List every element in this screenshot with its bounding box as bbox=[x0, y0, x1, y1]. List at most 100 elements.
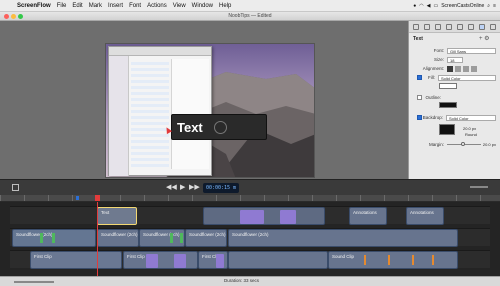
menu-window[interactable]: Window bbox=[189, 3, 216, 9]
video-clip[interactable] bbox=[228, 251, 328, 269]
annotations-clip-1[interactable]: Annotations bbox=[349, 207, 387, 225]
media-library-icon[interactable] bbox=[489, 23, 496, 30]
round-value[interactable]: 20.0 px bbox=[463, 126, 476, 131]
inspector-panel: Text + ⚙ Font: Gill Sans Size: 18 Alignm… bbox=[408, 21, 500, 179]
audio-marker bbox=[432, 255, 434, 265]
audio-clip[interactable]: Soundflower (2ch) bbox=[228, 229, 458, 247]
menu-mark[interactable]: Mark bbox=[86, 3, 105, 9]
playhead-line[interactable] bbox=[97, 202, 98, 276]
window-titlebar: NoobTips — Edited bbox=[0, 12, 500, 21]
callout-keyframe bbox=[240, 210, 264, 224]
callout-icon[interactable] bbox=[446, 23, 453, 30]
canvas-area[interactable]: Text bbox=[0, 21, 408, 179]
backdrop-select[interactable]: Solid Color bbox=[446, 114, 496, 121]
align-left-icon[interactable] bbox=[447, 65, 453, 72]
audio-clip[interactable]: Soundflower (2ch) bbox=[185, 229, 227, 247]
annotations-icon[interactable] bbox=[467, 23, 474, 30]
audio-marker bbox=[364, 255, 366, 265]
finder-window[interactable] bbox=[108, 46, 212, 176]
size-field[interactable]: 18 bbox=[447, 56, 463, 63]
sound-clip[interactable]: Sound Clip bbox=[328, 251, 458, 269]
finder-sidebar bbox=[109, 56, 129, 176]
wifi-icon[interactable]: ◠ bbox=[419, 3, 423, 9]
audio-clip[interactable]: Soundflower (2ch) bbox=[97, 229, 139, 247]
video-clip[interactable]: First Clip bbox=[30, 251, 122, 269]
menu-view[interactable]: View bbox=[170, 3, 189, 9]
inspector-tabs bbox=[409, 21, 500, 33]
rotate-handle-icon[interactable] bbox=[214, 121, 227, 134]
status-icons: ● ◠ ◀ ▭ ScreenCastsOnline ⌕ ≡ bbox=[413, 3, 500, 9]
size-row: Size: 18 bbox=[413, 56, 496, 63]
margin-slider[interactable] bbox=[447, 142, 481, 146]
callout-keyframe bbox=[280, 210, 296, 224]
recording-frame[interactable]: Text bbox=[105, 43, 315, 178]
menu-font[interactable]: Font bbox=[126, 3, 144, 9]
zoom-icon[interactable] bbox=[18, 14, 23, 19]
battery-icon[interactable]: ▭ bbox=[433, 3, 438, 9]
zoom-slider[interactable] bbox=[14, 281, 54, 283]
touch-icon[interactable] bbox=[456, 23, 463, 30]
audio-marker bbox=[412, 255, 414, 265]
font-select[interactable]: Gill Sans bbox=[447, 47, 496, 54]
text-callout[interactable]: Text bbox=[171, 114, 267, 140]
playhead-marker[interactable] bbox=[95, 195, 100, 201]
menu-insert[interactable]: Insert bbox=[105, 3, 126, 9]
audio-marker bbox=[388, 255, 390, 265]
finder-toolbar bbox=[109, 47, 211, 56]
menu-actions[interactable]: Actions bbox=[144, 3, 170, 9]
duration-label: Duration: 33 secs bbox=[224, 278, 260, 283]
text-callout-label: Text bbox=[177, 119, 203, 135]
annotations-clip-2[interactable]: Annotations bbox=[406, 207, 444, 225]
video-properties-icon[interactable] bbox=[413, 23, 420, 30]
minimize-icon[interactable] bbox=[11, 14, 16, 19]
rewind-icon[interactable]: ◀◀ bbox=[166, 183, 177, 191]
finder-file-list[interactable] bbox=[131, 59, 169, 169]
outline-row: Outline: bbox=[413, 94, 496, 101]
record-icon[interactable]: ● bbox=[413, 3, 416, 9]
outline-color-well[interactable] bbox=[439, 102, 457, 108]
in-point-marker[interactable] bbox=[76, 196, 79, 200]
video-clip[interactable]: First Clip bbox=[123, 251, 198, 269]
video-action bbox=[174, 254, 186, 268]
align-right-icon[interactable] bbox=[463, 65, 469, 72]
status-bar: Duration: 33 secs bbox=[0, 276, 500, 286]
timeline[interactable]: Text Annotations Annotations Soundflower… bbox=[0, 202, 500, 276]
timeline-ruler[interactable] bbox=[0, 195, 500, 202]
backdrop-row: Backdrop: Solid Color bbox=[413, 114, 496, 121]
close-icon[interactable] bbox=[4, 14, 9, 19]
text-clip[interactable]: Text bbox=[97, 207, 137, 225]
margin-row: Margin: 20.0 px bbox=[428, 142, 496, 147]
inspector-add-button[interactable]: + ⚙ bbox=[479, 35, 490, 42]
round-label: Round bbox=[465, 132, 477, 137]
margin-value[interactable]: 20.0 px bbox=[481, 142, 496, 147]
fill-color-well[interactable] bbox=[439, 83, 457, 89]
backdrop-color-well[interactable] bbox=[439, 124, 455, 135]
video-action bbox=[216, 254, 224, 268]
fill-row: Fill: Solid Color bbox=[413, 74, 496, 81]
list-icon[interactable]: ≡ bbox=[493, 3, 496, 9]
font-row: Font: Gill Sans bbox=[413, 47, 496, 54]
user-name[interactable]: ScreenCastsOnline bbox=[441, 3, 484, 9]
crop-icon[interactable] bbox=[12, 184, 19, 191]
screen-recording-icon[interactable] bbox=[435, 23, 442, 30]
play-icon[interactable]: ▶ bbox=[180, 183, 185, 191]
fast-forward-icon[interactable]: ▶▶ bbox=[189, 183, 200, 191]
timecode-display: 00:00:15 m bbox=[203, 183, 239, 193]
menu-app[interactable]: ScreenFlow bbox=[14, 3, 54, 9]
volume-icon[interactable]: ◀ bbox=[427, 3, 431, 9]
text-properties-icon[interactable] bbox=[478, 23, 485, 30]
callout-clip[interactable] bbox=[203, 207, 325, 225]
audio-marker bbox=[170, 233, 173, 243]
audio-clip[interactable]: Soundflower (2ch) bbox=[139, 229, 185, 247]
video-action bbox=[146, 254, 158, 268]
volume-slider-icon[interactable] bbox=[470, 186, 488, 188]
align-justify-icon[interactable] bbox=[471, 65, 477, 72]
transport-bar: ◀◀ ▶ ▶▶ 00:00:15 m bbox=[0, 179, 500, 195]
search-icon[interactable]: ⌕ bbox=[487, 3, 490, 9]
menu-help[interactable]: Help bbox=[216, 3, 234, 9]
menu-edit[interactable]: Edit bbox=[69, 3, 85, 9]
audio-properties-icon[interactable] bbox=[424, 23, 431, 30]
align-center-icon[interactable] bbox=[455, 65, 461, 72]
fill-select[interactable]: Solid Color bbox=[438, 74, 496, 81]
menu-file[interactable]: File bbox=[54, 3, 70, 9]
